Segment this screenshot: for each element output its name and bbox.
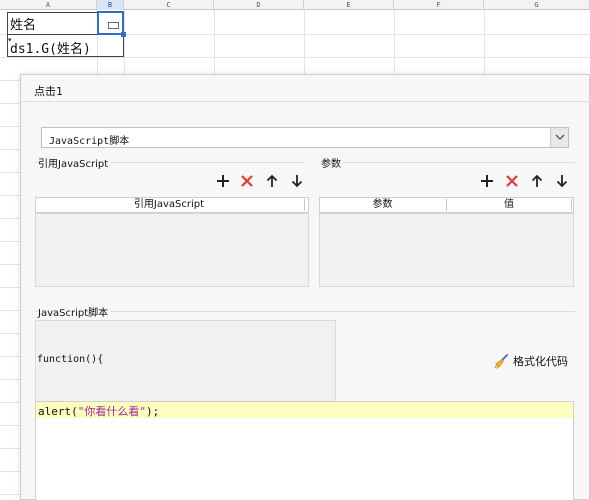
ref-js-group-label: 引用JavaScript [38,155,112,170]
ref-add-button[interactable] [215,173,231,189]
add-icon [481,175,493,187]
function-header: function(){ [37,354,104,365]
column-header-ref-js[interactable]: 引用JavaScript [36,198,302,212]
param-delete-button[interactable] [504,173,520,189]
cell-a2[interactable]: ds1.G(姓名) [10,38,91,57]
dialog-title: 点击1 [34,85,63,98]
script-type-select[interactable]: JavaScript脚本 [41,127,569,148]
code-editor[interactable]: alert("你看什么看"); [35,401,574,500]
cell-corner-mark: ▾ [8,36,12,44]
dropdown-button[interactable] [550,128,568,147]
column-header-a[interactable]: A [0,0,97,10]
column-divider [571,199,572,211]
divider [21,101,590,102]
delete-icon [506,175,518,187]
event-dialog: 点击1 JavaScript脚本 引用JavaScript 引用JavaScri… [20,74,590,500]
code-token: alert( [38,405,78,418]
gridline [0,57,590,58]
arrow-up-icon [531,174,543,187]
column-divider [304,199,305,211]
ref-move-down-button[interactable] [289,173,305,189]
param-move-down-button[interactable] [554,173,570,189]
arrow-down-icon [291,175,303,188]
cell-a1[interactable]: 姓名 [10,14,36,33]
arrow-down-icon [556,175,568,188]
params-table-header: 参数 值 [319,197,574,213]
column-header-param[interactable]: 参数 [320,198,445,212]
script-group-label: JavaScript脚本 [38,304,112,319]
format-code-label: 格式化代码 [513,355,568,368]
column-header-c[interactable]: C [124,0,214,10]
code-token: ); [146,405,160,418]
ref-delete-button[interactable] [239,173,255,189]
param-move-up-button[interactable] [529,173,545,189]
column-header-d[interactable]: D [214,0,304,10]
params-group-label: 参数 [321,155,344,170]
column-header-value[interactable]: 值 [447,198,571,212]
column-header-g[interactable]: G [484,0,590,10]
fill-handle[interactable] [121,32,126,37]
divider [319,162,575,163]
params-list[interactable] [319,213,574,287]
column-header-e[interactable]: E [304,0,394,10]
cell-widget-icon [108,22,119,29]
ref-js-table-header: 引用JavaScript [35,197,309,213]
divider [35,311,575,312]
add-icon [217,175,229,187]
code-line-1: alert("你看什么看"); [38,403,159,419]
format-code-button[interactable]: 格式化代码 [493,352,568,370]
code-string-token: "你看什么看" [77,405,146,418]
param-add-button[interactable] [479,173,495,189]
broom-icon [494,353,509,369]
delete-icon [241,175,253,187]
script-type-value: JavaScript脚本 [49,136,130,147]
column-header-f[interactable]: F [394,0,484,10]
chevron-down-icon [555,134,565,140]
ref-js-list[interactable] [35,213,309,287]
screen: A B C D E F G 姓名 ds1.G(姓名) ▾ 点击1 JavaScr… [0,0,590,500]
ref-move-up-button[interactable] [264,173,280,189]
function-header-area: function(){ [35,320,336,402]
arrow-up-icon [266,174,278,187]
column-header-b[interactable]: B [97,0,124,10]
column-header-row: A B C D E F G [0,0,590,10]
